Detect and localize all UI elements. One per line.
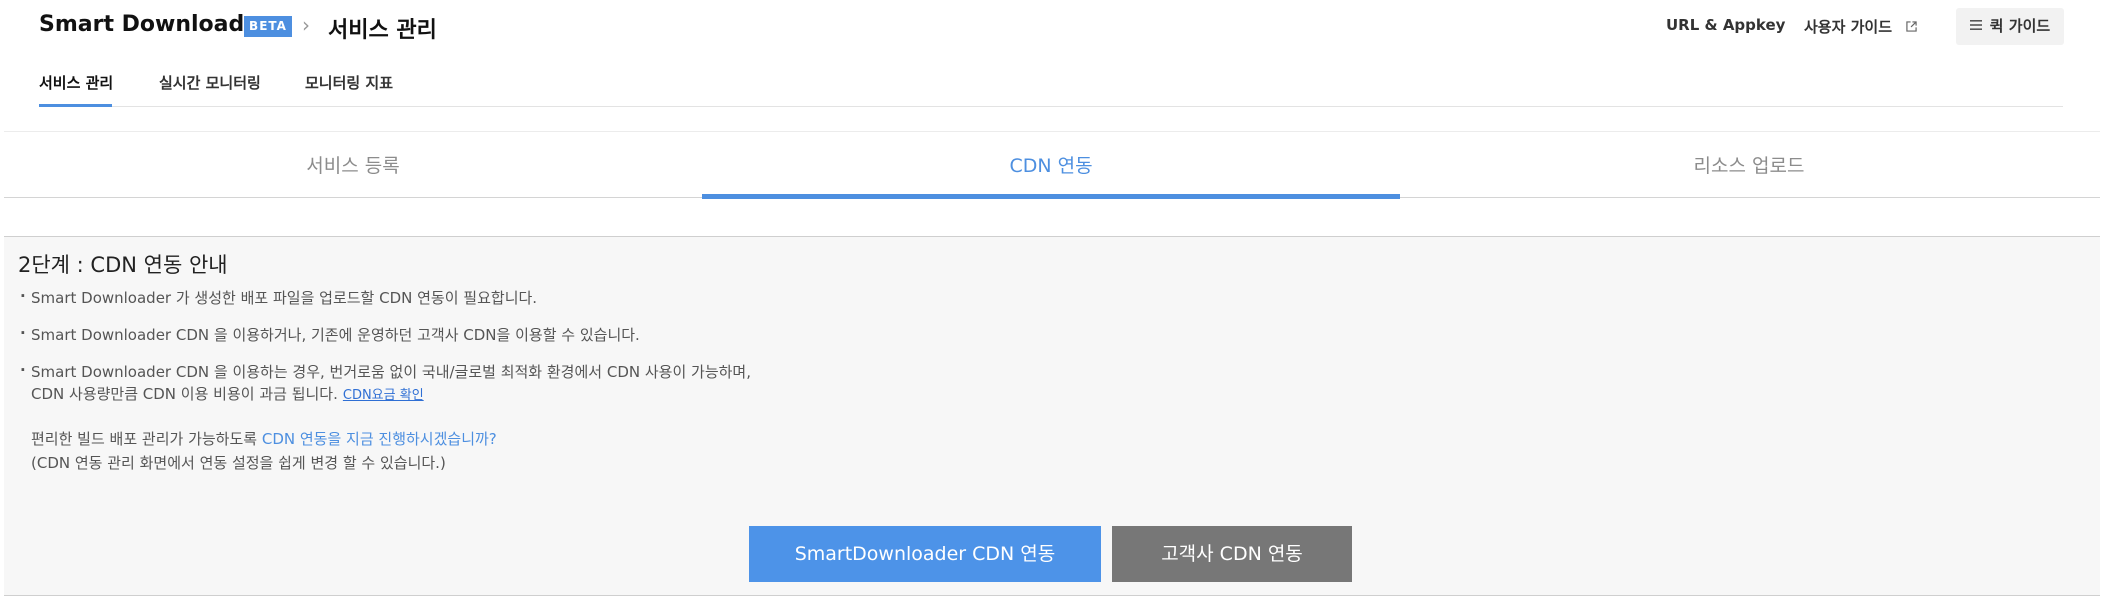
step-active-indicator: [702, 194, 1400, 199]
external-link-icon: [1906, 21, 1917, 32]
step-tab-service-register[interactable]: 서비스 등록: [4, 132, 702, 198]
step-tab-cdn-link[interactable]: CDN 연동: [702, 132, 1400, 198]
step-tabs: 서비스 등록 CDN 연동 리소스 업로드: [4, 132, 2100, 199]
bullet-text: Smart Downloader 가 생성한 배포 파일을 업로드할 CDN 연…: [31, 289, 538, 307]
breadcrumb-chevron-icon: ›: [302, 13, 310, 37]
panel-title: 2단계 : CDN 연동 안내: [18, 253, 228, 277]
customer-cdn-button[interactable]: 고객사 CDN 연동: [1112, 526, 1352, 582]
bullet-dot: ·: [20, 324, 26, 342]
subnav-active-indicator: [39, 104, 112, 107]
quick-guide-label: 퀵 가이드: [1989, 17, 2051, 35]
beta-badge: BETA: [244, 16, 292, 37]
bullet-text: Smart Downloader CDN 을 이용하는 경우, 번거로움 없이 …: [31, 363, 751, 381]
subnav-monitoring-metrics[interactable]: 모니터링 지표: [305, 72, 393, 93]
subnav-service-management[interactable]: 서비스 관리: [39, 72, 113, 93]
top-header: Smart Downloader BETA › 서비스 관리 URL & App…: [0, 0, 2104, 54]
bullet-dot: ·: [20, 287, 26, 305]
cdn-price-link[interactable]: CDN요금 확인: [343, 388, 424, 403]
sub-navigation: 서비스 관리 실시간 모니터링 모니터링 지표: [39, 54, 2063, 107]
url-appkey-label: URL & Appkey: [1666, 16, 1786, 34]
app-title[interactable]: Smart Downloader: [39, 12, 270, 37]
user-guide-label: 사용자 가이드: [1804, 18, 1893, 36]
smartdownloader-cdn-button[interactable]: SmartDownloader CDN 연동: [749, 526, 1101, 582]
url-appkey-link[interactable]: URL & Appkey: [1666, 16, 1785, 34]
proceed-question: 편리한 빌드 배포 관리가 가능하도록 CDN 연동을 지금 진행하시겠습니까?: [31, 428, 497, 449]
quick-guide-button[interactable]: 퀵 가이드: [1956, 8, 2064, 45]
proceed-note: (CDN 연동 관리 화면에서 연동 설정을 쉽게 변경 할 수 있습니다.): [31, 454, 446, 472]
user-guide-link[interactable]: 사용자 가이드: [1804, 16, 1917, 37]
proceed-prefix: 편리한 빌드 배포 관리가 가능하도록: [31, 430, 262, 448]
proceed-highlight: CDN 연동을 지금 진행하시겠습니까?: [261, 430, 497, 448]
cdn-guide-panel: 2단계 : CDN 연동 안내 · Smart Downloader 가 생성한…: [4, 236, 2100, 596]
subnav-realtime-monitoring[interactable]: 실시간 모니터링: [159, 72, 261, 93]
bullet-dot: ·: [20, 361, 26, 379]
breadcrumb-current: 서비스 관리: [328, 18, 437, 43]
menu-icon: [1969, 20, 1982, 30]
billing-note: CDN 사용량만큼 CDN 이용 비용이 과금 됩니다.: [31, 385, 338, 403]
bullet-text-line2: CDN 사용량만큼 CDN 이용 비용이 과금 됩니다. CDN요금 확인: [31, 383, 424, 404]
bullet-text: Smart Downloader CDN 을 이용하거나, 기존에 운영하던 고…: [31, 326, 640, 344]
step-tab-resource-upload[interactable]: 리소스 업로드: [1400, 132, 2098, 198]
